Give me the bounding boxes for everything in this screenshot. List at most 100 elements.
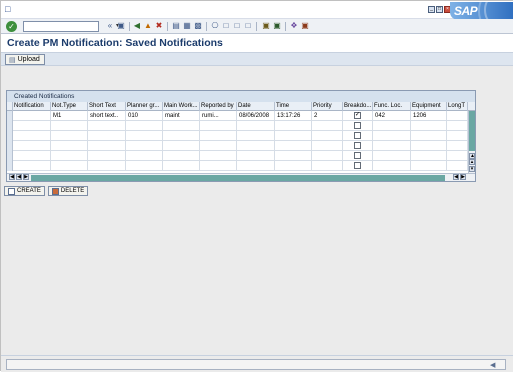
cell-long-text[interactable] bbox=[447, 121, 468, 131]
cell-reported-by[interactable] bbox=[200, 131, 237, 141]
cell-main-work[interactable] bbox=[163, 121, 200, 131]
command-field[interactable]: ▾ bbox=[23, 21, 119, 32]
scroll-end-icon[interactable]: ▶ bbox=[460, 174, 466, 180]
minimize-icon[interactable]: _ bbox=[428, 6, 435, 13]
col-header-date[interactable]: Date bbox=[237, 102, 275, 111]
cell-time[interactable] bbox=[275, 131, 312, 141]
scroll-right-step-icon[interactable]: ▶ bbox=[23, 174, 29, 180]
cell-func-loc[interactable] bbox=[373, 121, 411, 131]
cell-date[interactable] bbox=[237, 151, 275, 161]
col-header-equipment[interactable]: Equipment bbox=[411, 102, 447, 111]
scroll-left-step-icon[interactable]: ◀ bbox=[16, 174, 22, 180]
cell-not-type[interactable] bbox=[51, 151, 88, 161]
scroll-right-icon[interactable]: ◀ bbox=[453, 174, 459, 180]
help-icon[interactable]: ❖ bbox=[289, 21, 299, 31]
cell-short-text[interactable] bbox=[88, 151, 126, 161]
col-header-notification[interactable]: Notification bbox=[13, 102, 51, 111]
cell-priority[interactable]: 2 bbox=[312, 111, 343, 121]
cell-planner-group[interactable] bbox=[126, 141, 163, 151]
cell-reported-by[interactable] bbox=[200, 151, 237, 161]
back-icon[interactable]: ◀ bbox=[132, 21, 142, 31]
prev-page-icon[interactable]: □ bbox=[221, 21, 231, 31]
col-header-reported-by[interactable]: Reported by bbox=[200, 102, 237, 111]
table-row[interactable] bbox=[7, 131, 468, 141]
cell-notification[interactable] bbox=[13, 121, 51, 131]
cell-func-loc[interactable]: 042 bbox=[373, 111, 411, 121]
cell-short-text[interactable] bbox=[88, 161, 126, 171]
cell-date[interactable] bbox=[237, 161, 275, 171]
find-next-icon[interactable]: ▩ bbox=[193, 21, 203, 31]
breakdown-checkbox[interactable] bbox=[354, 132, 361, 139]
cell-reported-by[interactable] bbox=[200, 161, 237, 171]
last-page-icon[interactable]: □ bbox=[243, 21, 253, 31]
cell-main-work[interactable]: maint bbox=[163, 111, 200, 121]
horizontal-scrollbar[interactable]: ◀ ◀ ▶ ◀ ▶ bbox=[7, 173, 475, 181]
cell-main-work[interactable] bbox=[163, 161, 200, 171]
delete-button[interactable]: DELETE bbox=[47, 186, 89, 196]
cell-reported-by[interactable]: rumi... bbox=[200, 111, 237, 121]
table-row[interactable] bbox=[7, 141, 468, 151]
cell-long-text[interactable] bbox=[447, 151, 468, 161]
table-row[interactable] bbox=[7, 161, 468, 171]
cell-date[interactable] bbox=[237, 121, 275, 131]
cell-time[interactable] bbox=[275, 121, 312, 131]
cell-not-type[interactable] bbox=[51, 131, 88, 141]
cell-equipment[interactable] bbox=[411, 161, 447, 171]
cell-equipment[interactable] bbox=[411, 131, 447, 141]
cell-short-text[interactable] bbox=[88, 131, 126, 141]
restore-icon[interactable]: □ bbox=[436, 6, 443, 13]
cell-main-work[interactable] bbox=[163, 151, 200, 161]
col-header-long-text[interactable]: LongT bbox=[447, 102, 468, 111]
cell-func-loc[interactable] bbox=[373, 131, 411, 141]
cell-equipment[interactable] bbox=[411, 121, 447, 131]
cell-equipment[interactable] bbox=[411, 151, 447, 161]
cell-priority[interactable] bbox=[312, 121, 343, 131]
cell-long-text[interactable] bbox=[447, 161, 468, 171]
cell-long-text[interactable] bbox=[447, 131, 468, 141]
cell-priority[interactable] bbox=[312, 131, 343, 141]
breakdown-checkbox[interactable] bbox=[354, 152, 361, 159]
cell-long-text[interactable] bbox=[447, 111, 468, 121]
cell-planner-group[interactable]: 010 bbox=[126, 111, 163, 121]
next-page-icon[interactable]: □ bbox=[232, 21, 242, 31]
cell-not-type[interactable]: M1 bbox=[51, 111, 88, 121]
cell-notification[interactable] bbox=[13, 131, 51, 141]
save-icon[interactable]: ▣ bbox=[116, 21, 126, 31]
table-row[interactable] bbox=[7, 121, 468, 131]
find-icon[interactable]: ▦ bbox=[182, 21, 192, 31]
cell-long-text[interactable] bbox=[447, 141, 468, 151]
cell-not-type[interactable] bbox=[51, 121, 88, 131]
vertical-scroll-thumb[interactable] bbox=[469, 111, 475, 151]
check-icon[interactable]: ✓ bbox=[6, 21, 17, 32]
first-page-icon[interactable]: ⎔ bbox=[210, 21, 220, 31]
col-header-priority[interactable]: Priority bbox=[312, 102, 343, 111]
cell-planner-group[interactable] bbox=[126, 161, 163, 171]
sap-menu-icon[interactable]: □ bbox=[5, 4, 16, 14]
cell-date[interactable] bbox=[237, 131, 275, 141]
print-icon[interactable]: ▤ bbox=[171, 21, 181, 31]
exit-icon[interactable]: ▲ bbox=[143, 21, 153, 31]
create-button[interactable]: CREATE bbox=[4, 186, 45, 196]
breakdown-checkbox[interactable] bbox=[354, 122, 361, 129]
cell-func-loc[interactable] bbox=[373, 161, 411, 171]
cell-planner-group[interactable] bbox=[126, 121, 163, 131]
cell-notification[interactable] bbox=[13, 161, 51, 171]
cell-main-work[interactable] bbox=[163, 131, 200, 141]
table-row[interactable]: M1 short text.. 010 maint rumi... 08/06/… bbox=[7, 111, 468, 121]
col-header-main-work[interactable]: Main Work... bbox=[163, 102, 200, 111]
vertical-scrollbar[interactable]: ▲ ▴ ▾ bbox=[468, 111, 475, 173]
shortcut-icon[interactable]: ▣ bbox=[272, 21, 282, 31]
breakdown-checkbox[interactable] bbox=[354, 142, 361, 149]
col-header-breakdown[interactable]: Breakdo... bbox=[343, 102, 373, 111]
cell-time[interactable] bbox=[275, 141, 312, 151]
upload-button[interactable]: ▤ Upload bbox=[5, 54, 45, 65]
breakdown-checkbox[interactable]: ✓ bbox=[354, 112, 361, 119]
cell-short-text[interactable]: short text.. bbox=[88, 111, 126, 121]
col-header-short-text[interactable]: Short Text bbox=[88, 102, 126, 111]
cell-short-text[interactable] bbox=[88, 141, 126, 151]
cell-priority[interactable] bbox=[312, 141, 343, 151]
scroll-left-icon[interactable]: ◀ bbox=[9, 174, 15, 180]
cell-priority[interactable] bbox=[312, 151, 343, 161]
col-header-func-loc[interactable]: Func. Loc. bbox=[373, 102, 411, 111]
col-header-planner-group[interactable]: Planner gr... bbox=[126, 102, 163, 111]
